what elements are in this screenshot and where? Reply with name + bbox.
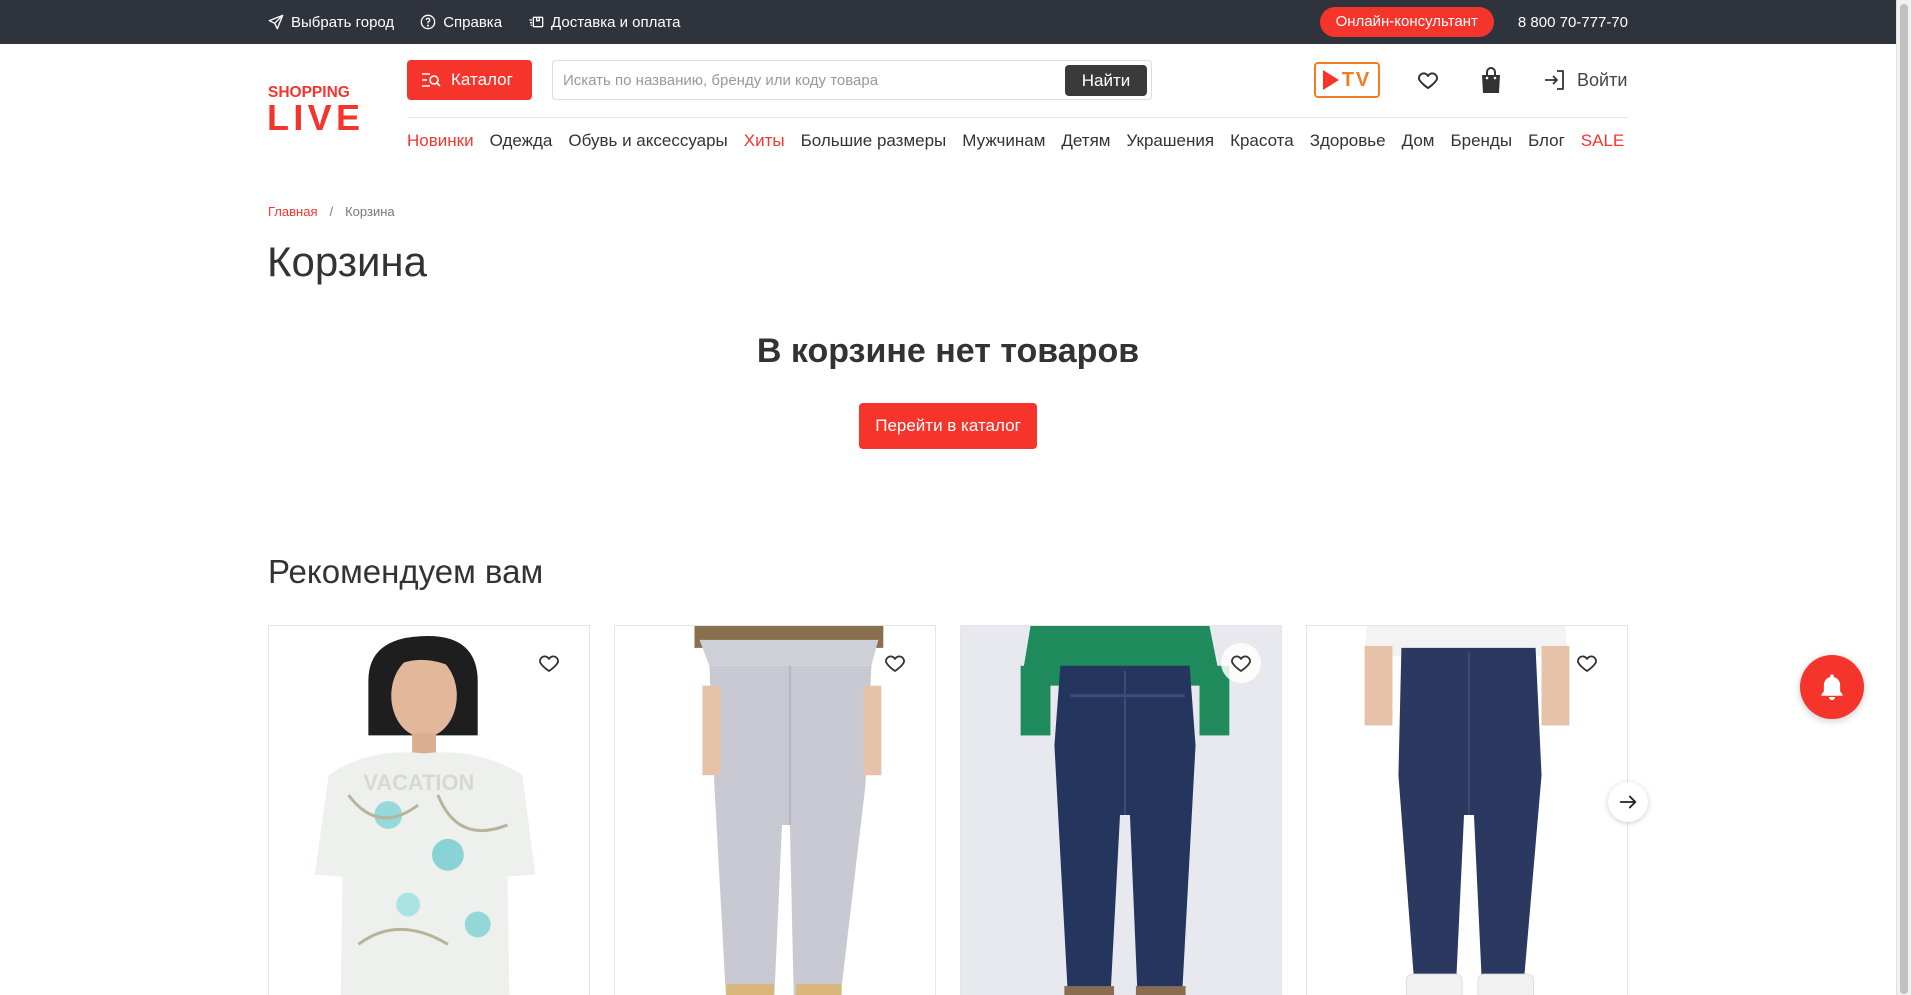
carousel-next-button[interactable] xyxy=(1608,782,1648,822)
favorite-toggle[interactable] xyxy=(875,643,915,683)
nav-item-hits[interactable]: Хиты xyxy=(744,131,785,151)
recommend-title: Рекомендуем вам xyxy=(268,553,544,590)
breadcrumb-separator: / xyxy=(329,204,334,219)
login-icon xyxy=(1545,70,1564,90)
breadcrumb-home[interactable]: Главная xyxy=(268,204,317,219)
main-nav: Новинки Одежда Обувь и аксессуары Хиты Б… xyxy=(407,131,1624,151)
send-icon xyxy=(268,14,284,30)
search-button[interactable]: Найти xyxy=(1065,65,1147,96)
bell-icon xyxy=(1821,674,1843,701)
question-circle-icon xyxy=(420,14,436,30)
breadcrumb-current: Корзина xyxy=(345,204,395,219)
nav-item-jewelry[interactable]: Украшения xyxy=(1126,131,1214,151)
heart-icon[interactable] xyxy=(1416,68,1440,92)
product-card[interactable] xyxy=(960,625,1282,995)
nav-item-beauty[interactable]: Красота xyxy=(1230,131,1294,151)
delivery-link[interactable]: Доставка и оплата xyxy=(528,14,680,31)
favorite-toggle[interactable] xyxy=(1567,643,1607,683)
search-list-icon xyxy=(422,73,441,87)
top-bar: Выбрать город Справка Доставка и оплата … xyxy=(0,0,1896,44)
favorite-toggle[interactable] xyxy=(529,643,569,683)
logo-line-2: LIVE xyxy=(268,97,360,132)
page-scrollbar[interactable] xyxy=(1896,0,1911,995)
nav-item-kids[interactable]: Детям xyxy=(1061,131,1110,151)
scrollbar-thumb[interactable] xyxy=(1900,4,1908,994)
product-card[interactable]: VACATION xyxy=(268,625,590,995)
shopping-live-logo[interactable]: SHOPPING LIVE xyxy=(268,82,362,132)
nav-item-health[interactable]: Здоровье xyxy=(1310,131,1386,151)
nav-item-brands[interactable]: Бренды xyxy=(1450,131,1512,151)
select-city-label: Выбрать город xyxy=(291,13,395,31)
search-input[interactable] xyxy=(563,61,1053,99)
nav-item-plus-sizes[interactable]: Большие размеры xyxy=(801,131,947,151)
header-divider xyxy=(407,117,1628,118)
tv-button[interactable]: TV xyxy=(1314,62,1380,98)
svg-text:VACATION: VACATION xyxy=(363,770,474,795)
nav-item-men[interactable]: Мужчинам xyxy=(962,131,1045,151)
empty-cart-message: В корзине нет товаров xyxy=(756,332,1140,370)
search-bar: Найти xyxy=(552,60,1152,100)
product-card[interactable] xyxy=(614,625,936,995)
help-link[interactable]: Справка xyxy=(420,14,502,31)
page-title: Корзина xyxy=(267,238,427,285)
top-bar-right: Онлайн-консультант 8 800 70-777-70 xyxy=(1319,0,1628,44)
phone-number[interactable]: 8 800 70-777-70 xyxy=(1518,14,1628,31)
bag-icon[interactable] xyxy=(1479,66,1503,94)
catalog-button[interactable]: Каталог xyxy=(407,60,532,100)
online-consultant-button[interactable]: Онлайн-консультант xyxy=(1319,7,1494,37)
play-icon xyxy=(1322,70,1339,90)
heart-icon xyxy=(1231,655,1251,672)
product-card[interactable] xyxy=(1306,625,1628,995)
catalog-button-label: Каталог xyxy=(451,70,513,89)
nav-item-blog[interactable]: Блог xyxy=(1528,131,1565,151)
heart-icon xyxy=(539,655,559,672)
delivery-icon xyxy=(529,16,544,28)
heart-icon xyxy=(1577,655,1597,672)
nav-item-new[interactable]: Новинки xyxy=(407,131,474,151)
breadcrumb: Главная / Корзина xyxy=(268,204,395,219)
select-city-link[interactable]: Выбрать город xyxy=(268,14,394,31)
go-to-catalog-button[interactable]: Перейти в каталог xyxy=(859,403,1037,449)
top-bar-links: Выбрать город Справка Доставка и оплата xyxy=(268,0,680,44)
nav-item-shoes-accessories[interactable]: Обувь и аксессуары xyxy=(568,131,727,151)
favorite-toggle[interactable] xyxy=(1221,643,1261,683)
help-label: Справка xyxy=(443,13,503,31)
heart-icon xyxy=(885,655,905,672)
notifications-button[interactable] xyxy=(1800,655,1864,719)
nav-item-clothes[interactable]: Одежда xyxy=(490,131,553,151)
login-label: Войти xyxy=(1577,69,1628,90)
login-link[interactable]: Войти xyxy=(1543,68,1627,92)
arrow-right-icon xyxy=(1619,795,1637,809)
delivery-label: Доставка и оплата xyxy=(551,13,681,31)
nav-item-sale[interactable]: SALE xyxy=(1581,131,1624,151)
tv-label: TV xyxy=(1341,68,1372,91)
nav-item-home[interactable]: Дом xyxy=(1402,131,1435,151)
